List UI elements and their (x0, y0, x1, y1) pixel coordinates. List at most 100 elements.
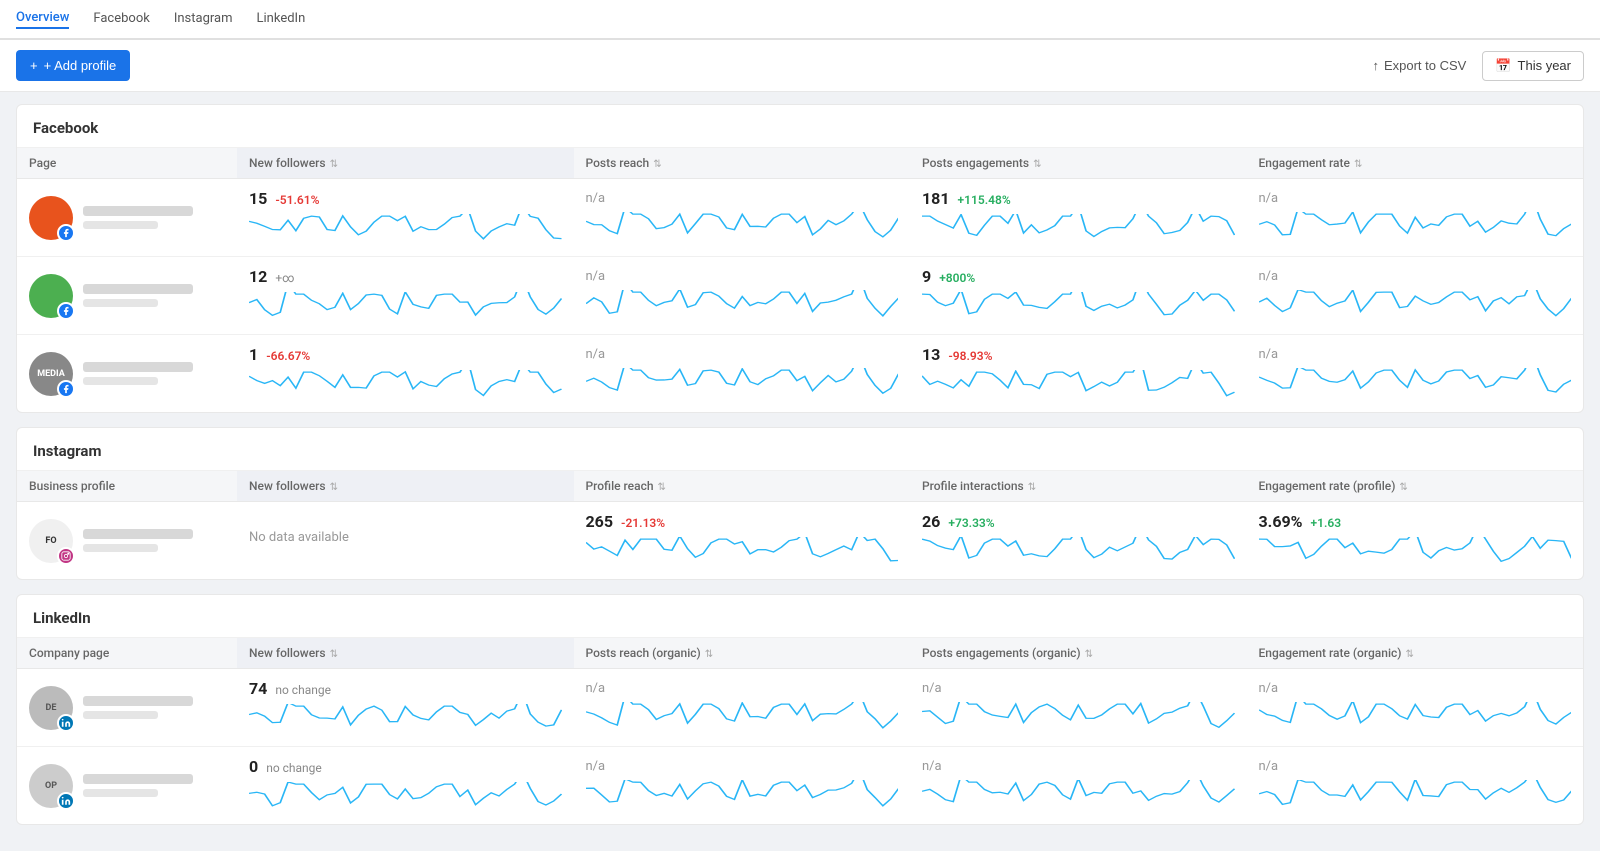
fb-col-page: Page (17, 148, 237, 179)
fb-col-posts-engagements[interactable]: Posts engagements⇅ (910, 148, 1247, 179)
sort-icon: ⇅ (705, 649, 713, 660)
metric-value: 3.69% (1259, 512, 1303, 531)
ig-col-profile-interactions[interactable]: Profile interactions⇅ (910, 471, 1247, 502)
sparkline-chart (922, 214, 1235, 242)
instagram-section: Instagram Business profile New followers… (16, 427, 1584, 580)
platform-badge (57, 714, 75, 732)
export-csv-button[interactable]: ↑ Export to CSV (1372, 58, 1466, 73)
table-row: FO No data available 265 -21.13% 26 +73.… (17, 502, 1583, 580)
table-row: MEDIA 1 -66.67% n/a 13 -98.93% (17, 335, 1583, 413)
sort-icon: ⇅ (330, 649, 338, 660)
sparkline-chart (922, 292, 1235, 320)
sort-icon: ⇅ (1028, 482, 1036, 493)
sort-icon: ⇅ (1033, 159, 1041, 170)
platform-badge (57, 380, 75, 398)
date-range-button[interactable]: 📅 This year (1482, 51, 1584, 81)
metric-na: n/a (1259, 681, 1572, 696)
page-cell: OP (17, 747, 237, 825)
posts-reach-cell: n/a (574, 257, 911, 335)
fb-col-new-followers[interactable]: New followers⇅ (237, 148, 574, 179)
metric-value: 26 (922, 512, 940, 531)
sparkline-chart (1259, 780, 1572, 808)
sparkline-chart (586, 368, 899, 396)
sparkline-chart (249, 370, 562, 398)
sort-icon: ⇅ (1405, 649, 1413, 660)
metric-value: 15 (249, 189, 267, 208)
metric-value: 265 (586, 512, 614, 531)
toolbar: + + Add profile ↑ Export to CSV 📅 This y… (0, 40, 1600, 92)
posts-reach-cell: n/a (574, 669, 911, 747)
metric-change: -51.61% (275, 193, 319, 207)
li-col-posts-engagements[interactable]: Posts engagements (organic)⇅ (910, 638, 1247, 669)
posts-engagements-cell: 13 -98.93% (910, 335, 1247, 413)
sparkline-chart (586, 702, 899, 730)
sparkline-chart (1259, 290, 1572, 318)
li-col-engagement-rate[interactable]: Engagement rate (organic)⇅ (1247, 638, 1584, 669)
li-col-new-followers[interactable]: New followers⇅ (237, 638, 574, 669)
posts-engagements-cell: 9 +800% (910, 257, 1247, 335)
ig-col-engagement-rate[interactable]: Engagement rate (profile)⇅ (1247, 471, 1584, 502)
sparkline-chart (922, 702, 1235, 730)
engagement-rate-cell: 3.69% +1.63 (1247, 502, 1584, 580)
avatar (29, 274, 73, 318)
metric-na: n/a (586, 269, 899, 284)
posts-reach-cell: n/a (574, 747, 911, 825)
page-cell: FO (17, 502, 237, 580)
upload-icon: ↑ (1372, 58, 1379, 73)
new-followers-cell: No data available (237, 502, 574, 580)
avatar: OP (29, 764, 73, 808)
sparkline-chart (1259, 212, 1572, 240)
metric-na: n/a (1259, 347, 1572, 362)
metric-na: n/a (586, 191, 899, 206)
metric-change: +115.48% (958, 193, 1011, 207)
page-cell (17, 257, 237, 335)
fb-col-posts-reach[interactable]: Posts reach⇅ (574, 148, 911, 179)
page-cell: MEDIA (17, 335, 237, 413)
table-row: OP 0 no change n/a n/a n/a (17, 747, 1583, 825)
nav-linkedin[interactable]: LinkedIn (257, 11, 306, 28)
metric-change: -21.13% (621, 516, 665, 530)
engagement-rate-cell: n/a (1247, 179, 1584, 257)
sparkline-chart (586, 212, 899, 240)
table-row: DE 74 no change n/a n/a n/a (17, 669, 1583, 747)
add-profile-button[interactable]: + + Add profile (16, 50, 130, 81)
engagement-rate-cell: n/a (1247, 335, 1584, 413)
posts-engagements-cell: 181 +115.48% (910, 179, 1247, 257)
fb-col-engagement-rate[interactable]: Engagement rate⇅ (1247, 148, 1584, 179)
platform-badge (57, 547, 75, 565)
li-col-posts-reach[interactable]: Posts reach (organic)⇅ (574, 638, 911, 669)
sparkline-chart (249, 782, 562, 810)
metric-change: -98.93% (948, 349, 992, 363)
metric-na: n/a (1259, 269, 1572, 284)
nav-facebook[interactable]: Facebook (93, 11, 149, 28)
li-col-page: Company page (17, 638, 237, 669)
metric-value: 181 (922, 189, 950, 208)
metric-na: n/a (922, 681, 1235, 696)
sparkline-chart (249, 292, 562, 320)
sort-icon: ⇅ (1085, 649, 1093, 660)
avatar (29, 196, 73, 240)
sort-icon: ⇅ (1354, 159, 1362, 170)
sparkline-chart (586, 537, 899, 565)
sparkline-chart (922, 537, 1235, 565)
new-followers-cell: 12 +∞ (237, 257, 574, 335)
nav-overview[interactable]: Overview (16, 10, 69, 29)
metric-change: +73.33% (948, 516, 994, 530)
profile-reach-cell: 265 -21.13% (574, 502, 911, 580)
engagement-rate-cell: n/a (1247, 669, 1584, 747)
metric-na: n/a (922, 759, 1235, 774)
metric-change: +1.63 (1311, 516, 1342, 530)
plus-icon: + (30, 58, 38, 73)
ig-col-new-followers[interactable]: New followers⇅ (237, 471, 574, 502)
nav-instagram[interactable]: Instagram (174, 11, 233, 28)
new-followers-cell: 74 no change (237, 669, 574, 747)
metric-change: no change (266, 761, 322, 775)
linkedin-table: Company page New followers⇅ Posts reach … (17, 638, 1583, 824)
ig-col-profile-reach[interactable]: Profile reach⇅ (574, 471, 911, 502)
toolbar-right: ↑ Export to CSV 📅 This year (1372, 51, 1584, 81)
instagram-table: Business profile New followers⇅ Profile … (17, 471, 1583, 579)
metric-value: 74 (249, 679, 267, 698)
profile-interactions-cell: 26 +73.33% (910, 502, 1247, 580)
posts-reach-cell: n/a (574, 179, 911, 257)
facebook-section: Facebook Page New followers⇅ Posts reach… (16, 104, 1584, 413)
